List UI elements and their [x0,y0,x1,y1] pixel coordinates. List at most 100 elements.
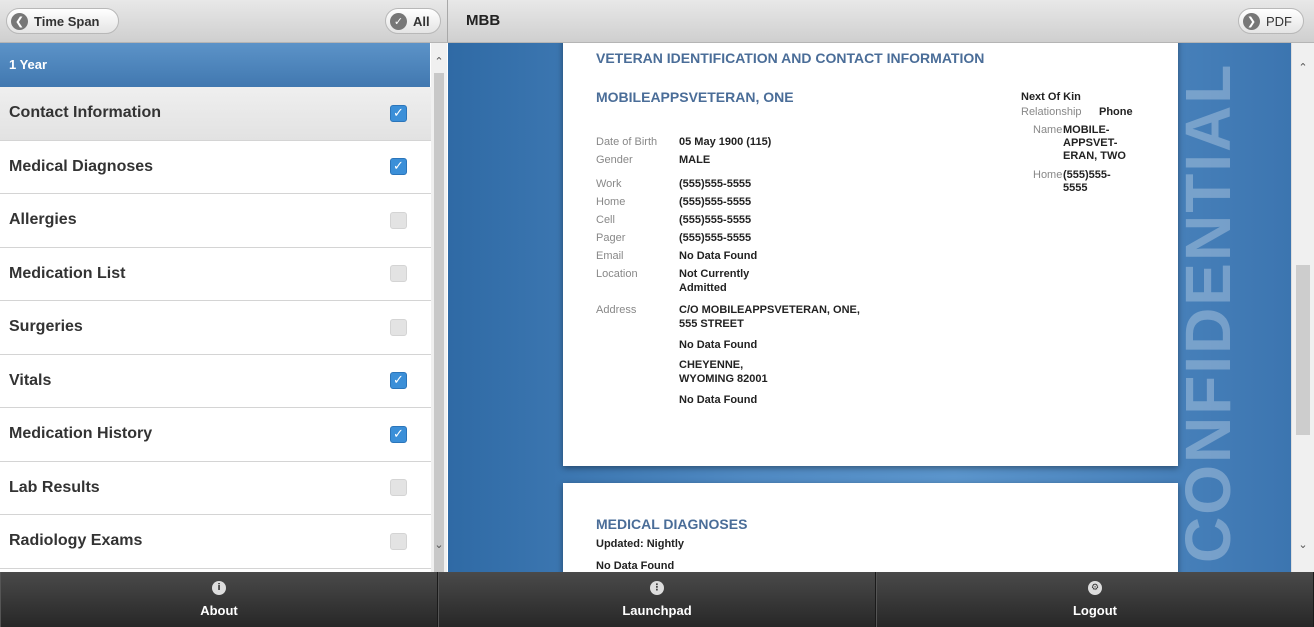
address-line-6: No Data Found [679,394,758,406]
sidebar-item-allergies[interactable]: Allergies [0,194,431,248]
work-label: Work [596,178,622,190]
sidebar-item-label: Allergies [9,211,77,229]
relationship-value: Phone [1099,106,1133,118]
address-line-5: WYOMING 82001 [679,373,768,385]
sidebar-item-medical-diagnoses[interactable]: Medical Diagnoses ✓ [0,140,431,194]
logout-label: Logout [1072,603,1118,618]
cell-value: (555)555-5555 [679,214,752,226]
sidebar-item-label: Surgeries [9,318,83,336]
no-data-text: No Data Found [596,560,675,572]
location-value-2: Admitted [679,282,727,294]
sidebar-item-label: Medication History [9,425,153,443]
chevron-up-icon[interactable]: ⌃ [1297,61,1309,74]
sidebar-scrollbar[interactable]: ⌃ ⌄ [431,43,447,573]
sidebar-item-contact-information[interactable]: Contact Information ✓ [0,87,431,141]
sidebar-item-label: Vitals [9,371,52,389]
about-button[interactable]: i About [0,572,438,627]
document-scrollbar[interactable]: ⌃ ⌄ [1291,43,1314,572]
launchpad-button[interactable]: ⋮ Launchpad [438,572,876,627]
kin-name-3: ERAN, TWO [1063,150,1126,162]
gender-label: Gender [596,154,633,166]
grid-icon: ⋮ [650,581,664,595]
relationship-label: Relationship [1021,106,1082,118]
arrow-right-icon: ❯ [1243,12,1260,30]
year-header[interactable]: 1 Year [0,43,430,87]
sidebar-item-medication-history[interactable]: Medication History ✓ [0,408,431,462]
back-arrow-icon: ❮ [11,12,28,30]
next-of-kin-title: Next Of Kin [1021,91,1081,103]
checkbox-checked[interactable]: ✓ [390,425,407,443]
sidebar-item-lab-results[interactable]: Lab Results [0,461,431,515]
check-icon: ✓ [390,12,407,30]
section-title: MEDICAL DIAGNOSES [596,516,748,532]
pdf-button[interactable]: ❯ PDF [1238,8,1304,34]
work-value: (555)555-5555 [679,178,752,190]
address-line-2: 555 STREET [679,318,744,330]
launchpad-label: Launchpad [622,603,692,618]
checkbox-checked[interactable]: ✓ [390,104,407,122]
confidential-watermark: CONFIDENTIAL [1172,62,1244,564]
pdf-label: PDF [1266,13,1292,29]
logout-button[interactable]: ⚙ Logout [876,572,1314,627]
bottom-navbar: i About ⋮ Launchpad ⚙ Logout [0,572,1314,627]
sidebar-item-label: Medication List [9,264,126,282]
document-viewer: CONFIDENTIAL VETERAN IDENTIFICATION AND … [448,43,1291,572]
dob-label: Date of Birth [596,136,658,148]
time-span-label: Time Span [34,13,100,29]
sidebar-item-medication-list[interactable]: Medication List [0,247,431,301]
address-label: Address [596,304,637,316]
sidebar-item-label: Contact Information [9,104,161,122]
kin-name-1: MOBILE- [1063,124,1110,136]
checkbox-unchecked[interactable] [390,479,407,497]
home-value: (555)555-5555 [679,196,752,208]
about-label: About [200,603,238,618]
home-label: Home [596,196,626,208]
checkbox-checked[interactable]: ✓ [390,372,407,390]
document-page: VETERAN IDENTIFICATION AND CONTACT INFOR… [563,43,1178,466]
checkbox-unchecked[interactable] [390,532,407,550]
info-icon: i [212,581,226,595]
checkbox-unchecked[interactable] [390,318,407,336]
checkbox-unchecked[interactable] [390,211,407,229]
scrollbar-thumb[interactable] [434,73,444,573]
sidebar-item-label: Lab Results [9,478,100,496]
left-toolbar: ❮ Time Span ✓ All [0,0,447,43]
address-line-3: No Data Found [679,339,758,351]
select-all-button[interactable]: ✓ All [385,8,441,34]
chevron-up-icon[interactable]: ⌃ [433,55,445,68]
email-value: No Data Found [679,250,758,262]
document-page: MEDICAL DIAGNOSES Updated: Nightly No Da… [563,483,1178,572]
document-toolbar: MBB ❯ PDF [447,0,1314,43]
section-title: VETERAN IDENTIFICATION AND CONTACT INFOR… [596,50,985,66]
chevron-down-icon[interactable]: ⌄ [433,538,445,551]
kin-home-1: (555)555- [1063,169,1111,181]
pager-label: Pager [596,232,626,244]
all-label: All [413,13,430,29]
email-label: Email [596,250,624,262]
page-title: MBB [466,12,501,29]
time-span-button[interactable]: ❮ Time Span [6,8,119,34]
updated-text: Updated: Nightly [596,538,684,550]
sidebar-item-label: Radiology Exams [9,532,143,550]
dob-value: 05 May 1900 (115) [679,136,772,148]
address-line-4: CHEYENNE, [679,359,744,371]
section-list: Contact Information ✓ Medical Diagnoses … [0,87,431,569]
kin-name-label: Name [1033,124,1063,136]
gender-value: MALE [679,154,711,166]
kin-home-label: Home [1033,169,1063,181]
gear-icon: ⚙ [1088,581,1102,595]
sidebar-item-radiology-exams[interactable]: Radiology Exams [0,515,431,569]
location-label: Location [596,268,638,280]
cell-label: Cell [596,214,615,226]
address-line-1: C/O MOBILEAPPSVETERAN, ONE, [679,304,860,316]
sidebar-item-label: Medical Diagnoses [9,157,154,175]
chevron-down-icon[interactable]: ⌄ [1297,538,1309,551]
pager-value: (555)555-5555 [679,232,752,244]
checkbox-checked[interactable]: ✓ [390,158,407,176]
patient-name: MOBILEAPPSVETERAN, ONE [596,89,794,105]
kin-name-2: APPSVET- [1063,137,1118,149]
scrollbar-thumb[interactable] [1296,265,1310,435]
checkbox-unchecked[interactable] [390,265,407,283]
sidebar-item-surgeries[interactable]: Surgeries [0,301,431,355]
sidebar-item-vitals[interactable]: Vitals ✓ [0,354,431,408]
